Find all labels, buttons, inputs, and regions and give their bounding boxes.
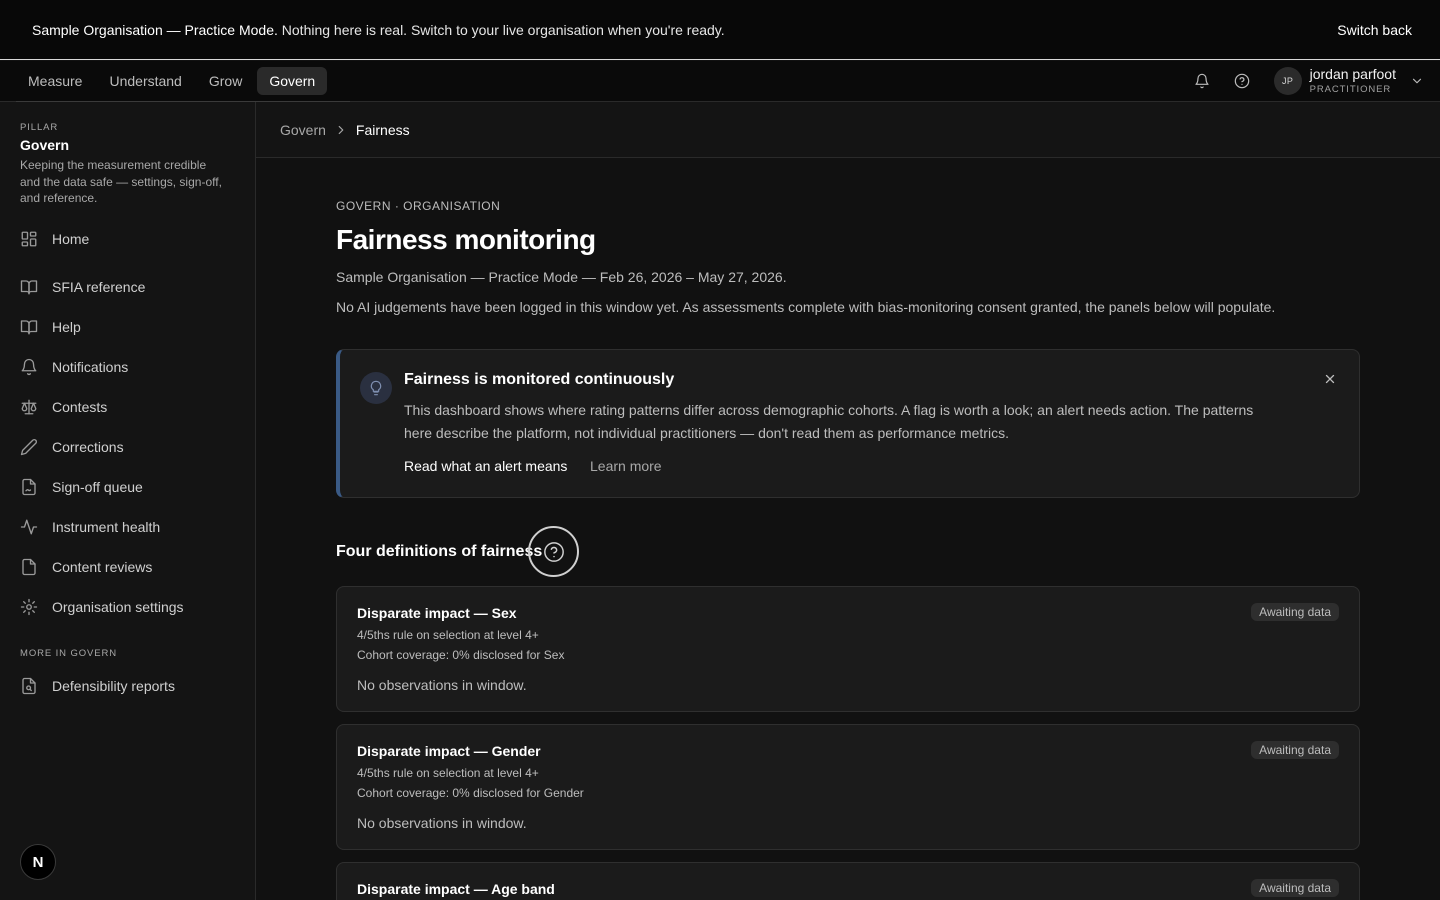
breadcrumb-current: Fairness <box>355 121 410 138</box>
fairness-card-age-band: Disparate impact — Age band Awaiting dat… <box>336 862 1360 900</box>
page-eyebrow: GOVERN · ORGANISATION <box>336 199 501 213</box>
banner-rest: Nothing here is real. Switch to your liv… <box>281 21 725 38</box>
pillar-title: Govern <box>20 137 70 153</box>
sidebar-item-label: Organisation settings <box>52 599 184 615</box>
sidebar-item-instrument-health[interactable]: Instrument health <box>20 515 160 539</box>
user-role: PRACTITIONER <box>1309 83 1392 95</box>
fairness-callout: Fairness is monitored continuously This … <box>336 349 1360 498</box>
help-circle-icon[interactable] <box>528 526 579 577</box>
avatar: JP <box>1273 66 1302 95</box>
sidebar-item-organisation-settings[interactable]: Organisation settings <box>20 595 184 619</box>
card-coverage: Cohort coverage: 0% disclosed for Gender <box>357 786 584 800</box>
nav-actions: JP jordan parfoot PRACTITIONER <box>1182 65 1424 97</box>
callout-title: Fairness is monitored continuously <box>404 371 675 388</box>
framework-badge[interactable]: N <box>20 844 56 880</box>
sidebar-item-home[interactable]: Home <box>20 227 89 251</box>
sidebar-item-sfia-reference[interactable]: SFIA reference <box>20 275 145 299</box>
sidebar-item-help[interactable]: Help <box>20 315 81 339</box>
sidebar-item-contests[interactable]: Contests <box>20 395 107 419</box>
activity-icon <box>20 518 38 536</box>
pillar-tabs: Measure Understand Grow Govern <box>16 61 350 102</box>
tab-govern[interactable]: Govern <box>257 67 328 95</box>
fairness-card-sex: Disparate impact — Sex 4/5ths rule on se… <box>336 586 1360 712</box>
section-heading: Four definitions of fairness <box>336 543 543 560</box>
pencil-icon <box>20 438 38 456</box>
dashboard-icon <box>20 230 38 248</box>
card-empty-state: No observations in window. <box>357 677 527 693</box>
sidebar: PILLAR Govern Keeping the measurement cr… <box>0 102 256 900</box>
practice-mode-banner: Sample Organisation — Practice Mode. Not… <box>0 0 1440 60</box>
sidebar-item-label: Defensibility reports <box>52 678 175 694</box>
chevron-down-icon <box>1410 74 1424 88</box>
close-icon[interactable] <box>1323 372 1337 386</box>
sidebar-item-label: Help <box>52 319 81 335</box>
sidebar-item-label: Notifications <box>52 359 129 375</box>
card-title: Disparate impact — Sex <box>357 605 517 621</box>
sidebar-item-notifications[interactable]: Notifications <box>20 355 128 379</box>
tab-understand[interactable]: Understand <box>97 67 193 95</box>
bell-icon[interactable] <box>1182 65 1222 97</box>
sidebar-item-defensibility-reports[interactable]: Defensibility reports <box>20 674 175 698</box>
callout-body: This dashboard shows where rating patter… <box>404 402 1254 441</box>
switch-back-button[interactable]: Switch back <box>1337 22 1412 38</box>
top-nav: Measure Understand Grow Govern JP jordan… <box>0 61 1440 102</box>
file-check-icon <box>20 558 38 576</box>
sidebar-item-label: Content reviews <box>52 559 153 575</box>
status-badge: Awaiting data <box>1251 879 1339 897</box>
sidebar-item-sign-off-queue[interactable]: Sign-off queue <box>20 475 143 499</box>
read-alert-link[interactable]: Read what an alert means <box>404 458 567 474</box>
user-info: jordan parfoot PRACTITIONER <box>1310 66 1396 95</box>
learn-more-link[interactable]: Learn more <box>590 458 662 474</box>
sidebar-item-label: Instrument health <box>52 519 161 535</box>
file-signature-icon <box>20 478 38 496</box>
book-icon <box>20 278 38 296</box>
sidebar-item-label: SFIA reference <box>52 279 146 295</box>
sidebar-item-label: Sign-off queue <box>52 479 143 495</box>
card-empty-state: No observations in window. <box>357 815 527 831</box>
breadcrumb-govern[interactable]: Govern <box>280 122 326 138</box>
page-subtitle: Sample Organisation — Practice Mode — Fe… <box>336 269 787 285</box>
book-open-icon <box>20 318 38 336</box>
sidebar-item-label: Contests <box>52 399 108 415</box>
page-title: Fairness monitoring <box>336 224 596 255</box>
status-badge: Awaiting data <box>1251 741 1339 759</box>
file-search-icon <box>20 677 38 695</box>
card-title: Disparate impact — Gender <box>357 743 541 759</box>
card-coverage: Cohort coverage: 0% disclosed for Sex <box>357 648 565 662</box>
lightbulb-icon <box>360 372 392 404</box>
sidebar-item-corrections[interactable]: Corrections <box>20 435 124 459</box>
card-title: Disparate impact — Age band <box>357 881 555 897</box>
user-menu[interactable]: JP jordan parfoot PRACTITIONER <box>1273 66 1424 95</box>
tab-measure[interactable]: Measure <box>16 67 94 95</box>
card-rule: 4/5ths rule on selection at level 4+ <box>357 766 539 780</box>
bell-icon <box>20 358 38 376</box>
page-intro: No AI judgements have been logged in thi… <box>336 299 1276 315</box>
chevron-right-icon <box>334 123 348 137</box>
user-name: jordan parfoot <box>1309 66 1396 83</box>
tab-grow[interactable]: Grow <box>197 67 254 95</box>
banner-message: Sample Organisation — Practice Mode. Not… <box>32 22 725 38</box>
sidebar-item-content-reviews[interactable]: Content reviews <box>20 555 152 579</box>
scale-icon <box>20 398 38 416</box>
breadcrumb: Govern Fairness <box>256 102 1440 158</box>
sidebar-item-label: Corrections <box>52 439 124 455</box>
pillar-label: PILLAR <box>20 122 59 133</box>
help-circle-icon[interactable] <box>1222 65 1262 97</box>
sidebar-item-label: Home <box>52 231 90 247</box>
gear-icon <box>20 598 38 616</box>
status-badge: Awaiting data <box>1251 603 1339 621</box>
card-rule: 4/5ths rule on selection at level 4+ <box>357 628 539 642</box>
more-in-govern-label: MORE IN GOVERN <box>20 648 118 659</box>
pillar-description: Keeping the measurement credible and the… <box>20 158 222 205</box>
fairness-card-gender: Disparate impact — Gender 4/5ths rule on… <box>336 724 1360 850</box>
banner-strong: Sample Organisation — Practice Mode. <box>32 21 278 38</box>
